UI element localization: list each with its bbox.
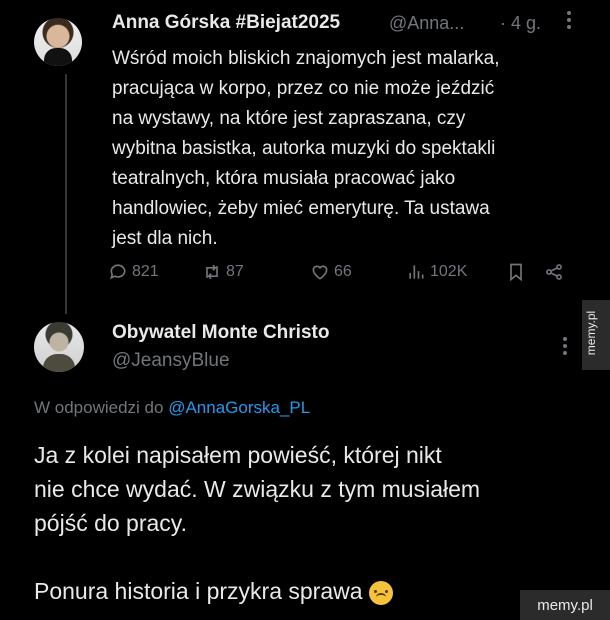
reply-icon <box>110 264 126 280</box>
reply-context: W odpowiedzi do @AnnaGorska_PL <box>34 398 310 418</box>
like-count: 66 <box>334 263 352 280</box>
upside-down-face-emoji-icon <box>368 580 393 605</box>
reply-prefix: W odpowiedzi do <box>34 398 164 417</box>
reply-count: 821 <box>132 263 159 280</box>
thread-line <box>65 74 67 314</box>
author-handle[interactable]: @Anna... <box>389 13 464 34</box>
more-options-icon[interactable] <box>566 8 572 32</box>
bookmark-icon <box>510 263 522 282</box>
watermark-side: memy.pl <box>582 300 610 370</box>
author-name[interactable]: Obywatel Monte Christo <box>112 322 329 344</box>
reply-handle-link[interactable]: @AnnaGorska_PL <box>168 398 310 417</box>
share-icon <box>546 264 562 280</box>
more-options-icon[interactable] <box>562 334 568 358</box>
author-handle[interactable]: @JeansyBlue <box>112 350 230 372</box>
share-button[interactable] <box>544 262 564 282</box>
like-button[interactable]: 66 <box>310 262 352 282</box>
avatar[interactable] <box>34 322 84 372</box>
views-button[interactable]: 102K <box>406 262 467 282</box>
retweet-button[interactable]: 87 <box>202 262 244 282</box>
bookmark-button[interactable] <box>506 262 526 282</box>
watermark-bottom: memy.pl <box>520 590 610 620</box>
heart-icon <box>312 265 328 280</box>
views-icon <box>409 265 424 279</box>
avatar[interactable] <box>34 18 82 66</box>
tweet-text: Ja z kolei napisałem powieść, której nik… <box>34 438 574 608</box>
timestamp[interactable]: · 4 g. <box>500 13 541 34</box>
views-count: 102K <box>430 263 468 280</box>
tweet-text-body: Ja z kolei napisałem powieść, której nik… <box>34 442 481 604</box>
tweet-text: Wśród moich bliskich znajomych jest mala… <box>112 48 500 249</box>
watermark-bottom-text: memy.pl <box>537 596 593 614</box>
retweet-icon <box>206 264 218 280</box>
action-bar: 821 87 66 102K <box>108 262 588 290</box>
reply-button[interactable]: 821 <box>108 262 159 282</box>
original-tweet[interactable]: Anna Górska #Biejat2025 @Anna... · 4 g. … <box>0 0 610 314</box>
reply-tweet[interactable]: Obywatel Monte Christo @JeansyBlue W odp… <box>0 300 610 620</box>
watermark-side-text: memy.pl <box>584 310 599 356</box>
author-name[interactable]: Anna Górska #Biejat2025 <box>112 12 340 34</box>
retweet-count: 87 <box>226 263 244 280</box>
